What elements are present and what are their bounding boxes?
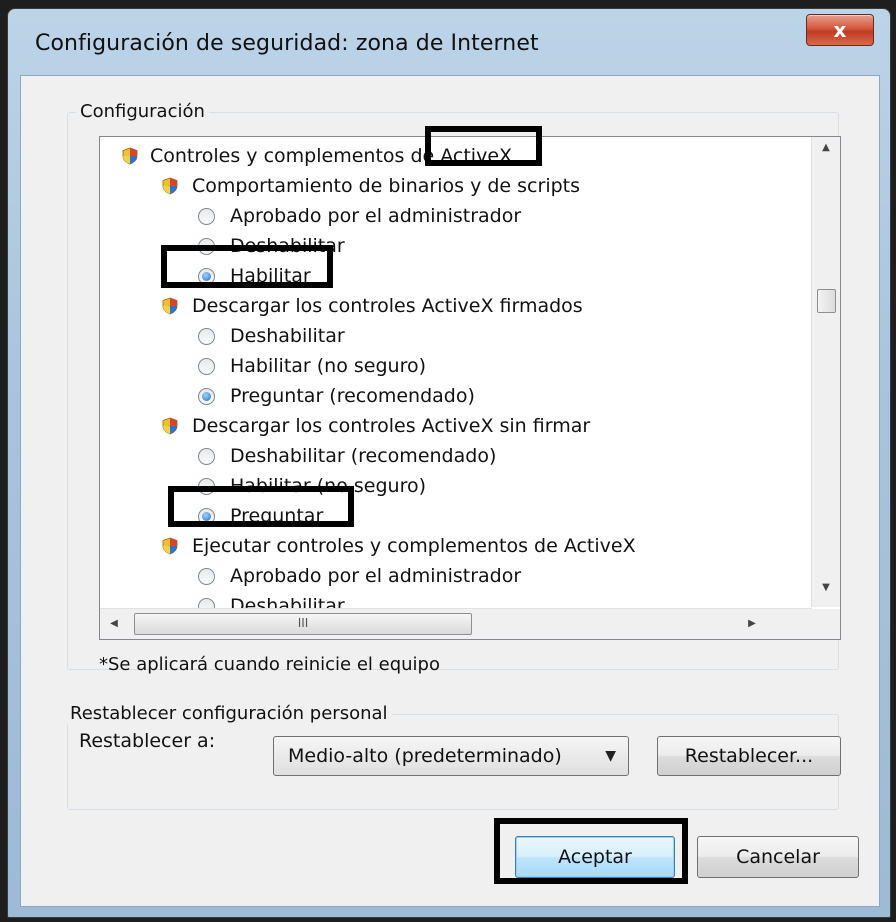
reset-group-label: Restablecer configuración personal xyxy=(66,703,392,724)
dialog-client-area: Configuración Controles y complementos d… xyxy=(20,75,880,907)
screen-background: Configuración de seguridad: zona de Inte… xyxy=(0,0,896,922)
tree-row-label: Deshabilitar (recomendado) xyxy=(230,445,497,467)
highlight-box-preguntar xyxy=(168,486,354,527)
tree-row-label: Aprobado por el administrador xyxy=(230,205,522,227)
tree-setting-row: Descargar los controles ActiveX firmados xyxy=(100,291,800,321)
security-shield-icon xyxy=(162,177,178,195)
highlight-box-activex xyxy=(425,126,542,166)
reset-to-label: Restablecer a: xyxy=(79,730,216,752)
scroll-right-icon[interactable]: ▶ xyxy=(740,613,764,635)
tree-setting-row: Ejecutar controles y complementos de Act… xyxy=(100,531,800,561)
close-button[interactable]: x xyxy=(806,14,874,46)
scroll-down-icon[interactable]: ▼ xyxy=(812,577,840,599)
highlight-box-habilitar xyxy=(161,245,333,288)
radio-unchecked-icon[interactable] xyxy=(198,568,215,585)
security-shield-icon xyxy=(162,297,178,315)
highlight-box-aceptar xyxy=(494,818,688,884)
radio-option-row[interactable]: Deshabilitar (recomendado) xyxy=(100,441,800,471)
radio-unchecked-icon[interactable] xyxy=(198,448,215,465)
chevron-down-icon: ▼ xyxy=(605,748,616,764)
radio-unchecked-icon[interactable] xyxy=(198,328,215,345)
scroll-up-icon[interactable]: ▲ xyxy=(812,137,840,159)
tree-row-label: Ejecutar controles y complementos de Act… xyxy=(192,535,636,557)
tree-row-label: Habilitar (no seguro) xyxy=(230,355,427,377)
horizontal-scroll-thumb[interactable]: III xyxy=(134,613,472,635)
tree-row-label: Deshabilitar xyxy=(230,325,345,347)
close-icon: x xyxy=(833,18,847,42)
reset-level-value: Medio-alto (predeterminado) xyxy=(288,745,562,767)
security-shield-icon xyxy=(122,147,138,165)
tree-setting-row: Comportamiento de binarios y de scripts xyxy=(100,171,800,201)
title-bar[interactable]: Configuración de seguridad: zona de Inte… xyxy=(8,9,890,75)
tree-row-label: Comportamiento de binarios y de scripts xyxy=(192,175,581,197)
radio-option-row[interactable]: Preguntar (recomendado) xyxy=(100,381,800,411)
restart-note: *Se aplicará cuando reinicie el equipo xyxy=(99,654,440,675)
radio-unchecked-icon[interactable] xyxy=(198,208,215,225)
vertical-scrollbar[interactable]: ▲ ▼ xyxy=(811,137,840,607)
scroll-left-icon[interactable]: ◀ xyxy=(102,613,126,635)
radio-option-row[interactable]: Deshabilitar xyxy=(100,321,800,351)
tree-row-label: Aprobado por el administrador xyxy=(230,565,522,587)
horizontal-scrollbar[interactable]: ◀ III ▶ xyxy=(100,608,812,639)
scrollbar-corner xyxy=(812,609,840,639)
tree-row-label: Descargar los controles ActiveX sin firm… xyxy=(192,415,591,437)
reset-level-select[interactable]: Medio-alto (predeterminado) ▼ xyxy=(273,736,629,776)
window-title: Configuración de seguridad: zona de Inte… xyxy=(35,31,539,56)
security-shield-icon xyxy=(162,537,178,555)
radio-option-row[interactable]: Aprobado por el administrador xyxy=(100,201,800,231)
tree-row-label: Preguntar (recomendado) xyxy=(230,385,475,407)
radio-option-row[interactable]: Aprobado por el administrador xyxy=(100,561,800,591)
tree-row-label: Descargar los controles ActiveX firmados xyxy=(192,295,583,317)
settings-tree-list[interactable]: Controles y complementos de ActiveX Compo… xyxy=(99,136,841,640)
radio-option-row[interactable]: Habilitar (no seguro) xyxy=(100,351,800,381)
reset-button[interactable]: Restablecer... xyxy=(657,736,841,776)
settings-group-label: Configuración xyxy=(76,101,209,122)
cancel-button[interactable]: Cancelar xyxy=(697,836,859,878)
vertical-scroll-thumb[interactable] xyxy=(817,289,836,313)
radio-unchecked-icon[interactable] xyxy=(198,358,215,375)
tree-setting-row: Descargar los controles ActiveX sin firm… xyxy=(100,411,800,441)
security-shield-icon xyxy=(162,417,178,435)
radio-checked-icon[interactable] xyxy=(198,388,215,405)
